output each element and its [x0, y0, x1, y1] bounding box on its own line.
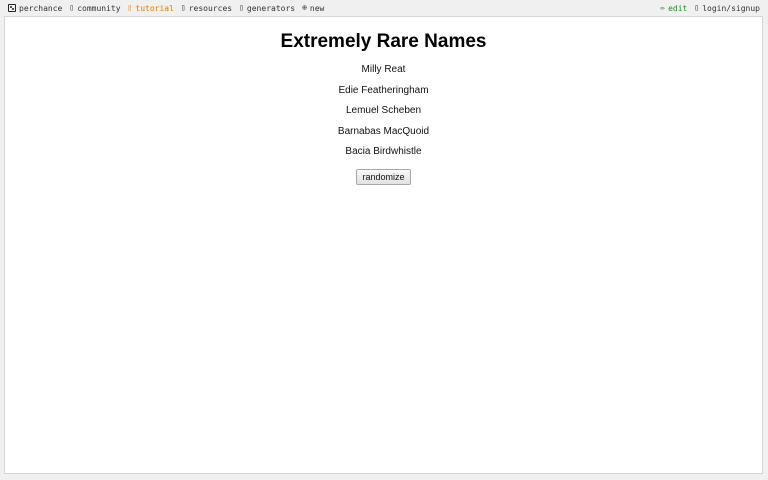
nav-label-login: login/signup	[702, 3, 760, 13]
nav-item-login[interactable]: ▯ login/signup	[694, 4, 760, 13]
nav-item-tutorial[interactable]: ▯ tutorial	[128, 4, 174, 13]
page-title: Extremely Rare Names	[280, 31, 487, 52]
top-nav-bar: perchance ▯ community ▯ tutorial ▯ resou…	[0, 0, 768, 16]
list-item: Barnabas MacQuoid	[337, 125, 430, 137]
nav-item-new[interactable]: ⊕ new	[302, 4, 324, 13]
tutorial-icon: ▯	[127, 3, 133, 12]
randomize-button[interactable]: randomize	[356, 169, 411, 185]
nav-label-edit: edit	[668, 3, 688, 13]
nav-label-tutorial: tutorial	[135, 3, 174, 13]
plus-circle-icon: ⊕	[302, 3, 307, 12]
list-item: Lemuel Scheben	[345, 105, 422, 116]
nav-label-resources: resources	[188, 3, 233, 13]
nav-left-group: perchance ▯ community ▯ tutorial ▯ resou…	[8, 4, 324, 13]
nav-label-community: community	[77, 3, 121, 13]
nav-item-perchance[interactable]: perchance	[8, 4, 62, 13]
nav-label-perchance: perchance	[19, 3, 63, 13]
generators-icon: ▯	[239, 3, 244, 12]
nav-right-group: ✏ edit ▯ login/signup	[660, 4, 760, 13]
button-row: randomize	[5, 167, 762, 185]
nav-item-community[interactable]: ▯ community	[69, 4, 120, 13]
community-icon: ▯	[69, 3, 75, 12]
list-item: Edie Featheringham	[338, 84, 429, 96]
generator-output-panel: Extremely Rare Names Milly Reat Edie Fea…	[4, 16, 763, 474]
nav-item-resources[interactable]: ▯ resources	[181, 4, 232, 13]
pencil-icon: ✏	[660, 3, 666, 12]
login-icon: ▯	[694, 3, 700, 12]
list-item: Milly Reat	[361, 64, 406, 75]
nav-label-new: new	[309, 3, 325, 13]
nav-item-edit[interactable]: ✏ edit	[660, 4, 687, 13]
name-list: Milly Reat Edie Featheringham Lemuel Sch…	[5, 64, 762, 167]
resources-icon: ▯	[180, 3, 186, 12]
list-item: Bacia Birdwhistle	[345, 146, 422, 157]
nav-item-generators[interactable]: ▯ generators	[239, 4, 295, 13]
nav-label-generators: generators	[246, 3, 296, 13]
dice-icon	[8, 4, 16, 12]
